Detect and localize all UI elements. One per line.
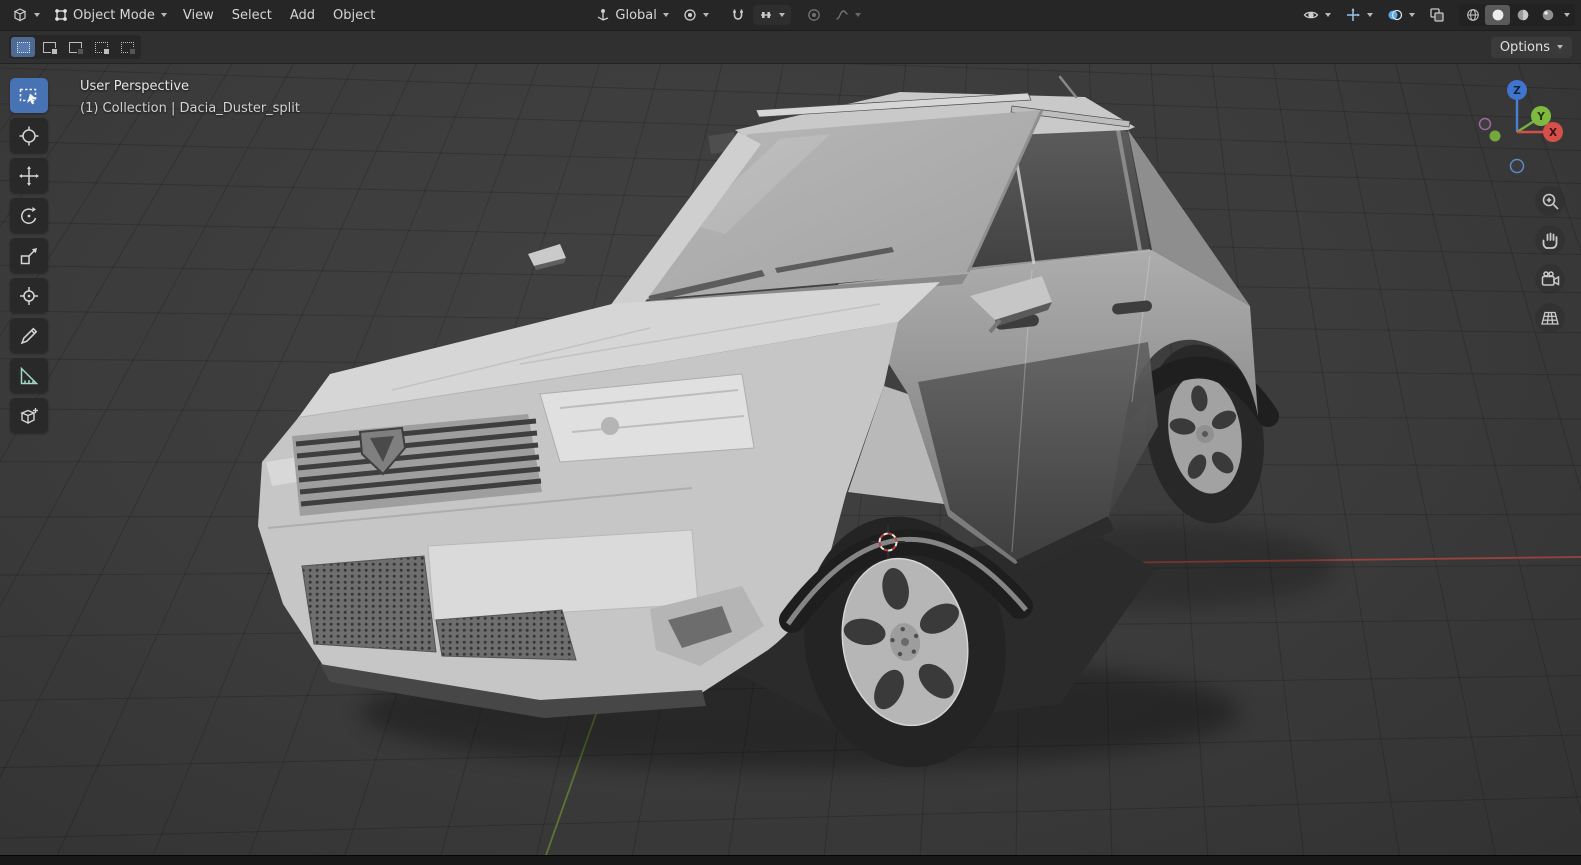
magnet-icon [731,8,745,22]
toggle-projection-button[interactable] [1535,303,1565,333]
shading-solid-button[interactable] [1485,5,1510,25]
snap-toggle[interactable] [725,5,751,25]
chevron-down-icon [703,13,709,17]
menu-select[interactable]: Select [224,4,280,27]
tool-select-box[interactable] [10,78,48,113]
transform-orientation-selector[interactable]: Global [590,5,674,26]
chevron-down-icon [1564,13,1570,17]
tool-cursor[interactable] [10,118,48,153]
eye-icon [1303,7,1319,23]
view-perspective-label: User Perspective [80,76,300,98]
chevron-down-icon [1367,13,1373,17]
axis-x-label: X [1549,127,1557,139]
tool-rotate[interactable] [10,198,48,233]
chevron-down-icon [34,13,40,17]
navigation-gizmo[interactable]: Z Y X [1477,70,1563,180]
wireframe-icon [1466,8,1480,22]
menu-object[interactable]: Object [325,4,383,27]
axis-y-label: Y [1536,111,1545,123]
shading-mode-group [1459,4,1575,26]
tool-move[interactable] [10,158,48,193]
tool-annotate[interactable] [10,318,48,353]
shading-material-button[interactable] [1510,5,1535,25]
viewport-canvas[interactable]: User Perspective (1) Collection | Dacia_… [0,64,1581,855]
editor-type-selector[interactable] [6,4,46,26]
chevron-down-icon [161,13,167,17]
options-label: Options [1500,40,1550,55]
select-mode-set[interactable] [11,37,35,57]
options-button[interactable]: Options [1491,37,1572,58]
tool-settings-bar: Options [0,31,1581,64]
falloff-curve-icon [835,8,849,22]
axis-z-negative[interactable] [1511,160,1524,173]
viewport-header: Object Mode View Select Add Object Globa… [0,0,1581,31]
object-mode-icon [54,8,68,22]
select-mode-invert[interactable] [89,37,113,57]
xray-toggle[interactable] [1423,4,1451,26]
header-right [1297,4,1575,26]
mode-label: Object Mode [73,8,155,23]
blender-window: Object Mode View Select Add Object Globa… [0,0,1581,865]
solid-shading-icon [1491,8,1505,22]
rendered-shading-icon [1541,8,1555,22]
chevron-down-icon [663,13,669,17]
gizmo-icon [1345,7,1361,23]
zoom-button[interactable] [1535,186,1565,216]
tool-transform[interactable] [10,278,48,313]
hand-pan-button[interactable] [1535,225,1565,255]
camera-view-button[interactable] [1535,264,1565,294]
chevron-down-icon [1409,13,1415,17]
pivot-point-icon [683,8,697,22]
transform-orientation-icon [596,8,610,22]
material-preview-icon [1516,8,1530,22]
mode-selector[interactable]: Object Mode [48,5,173,26]
select-mode-subtract[interactable] [63,37,87,57]
chevron-down-icon [1557,45,1563,49]
menu-view[interactable]: View [175,4,222,27]
select-mode-group [9,35,141,59]
proportional-editing-toggle[interactable] [801,5,827,25]
axis-y-negative[interactable] [1490,131,1501,142]
status-bar [0,855,1581,865]
viewport-overlay-text: User Perspective (1) Collection | Dacia_… [80,76,300,120]
orientation-label: Global [615,8,656,23]
chevron-down-icon [779,13,785,17]
header-center: Global [590,5,866,26]
overlays-toggle[interactable] [1381,4,1421,26]
tool-add-cube[interactable] [10,398,48,433]
viewport-nav-buttons [1535,186,1565,333]
snap-with-icon [759,8,773,22]
chevron-down-icon [855,13,861,17]
chevron-down-icon [1325,13,1331,17]
select-mode-extend[interactable] [37,37,61,57]
shading-rendered-button[interactable] [1535,5,1560,25]
menu-add[interactable]: Add [282,4,323,27]
object-visibility-selector[interactable] [1297,4,1337,26]
3d-viewport-editor-icon [12,7,28,23]
tool-measure[interactable] [10,358,48,393]
toggle-xray-icon [1429,7,1445,23]
proportional-editing-icon [807,8,821,22]
active-object-label: (1) Collection | Dacia_Duster_split [80,98,300,120]
shading-wireframe-button[interactable] [1460,5,1485,25]
axis-z-label: Z [1513,85,1521,97]
gizmos-toggle[interactable] [1339,4,1379,26]
car-model [0,64,1581,855]
toolbar [10,78,48,433]
select-mode-intersect[interactable] [115,37,139,57]
snap-target-selector[interactable] [753,5,791,25]
pivot-point-selector[interactable] [677,5,715,25]
tool-scale[interactable] [10,238,48,273]
axis-x-negative[interactable] [1480,119,1491,130]
proportional-falloff-selector[interactable] [829,5,867,25]
header-left: Object Mode View Select Add Object [6,4,383,27]
overlays-icon [1387,7,1403,23]
